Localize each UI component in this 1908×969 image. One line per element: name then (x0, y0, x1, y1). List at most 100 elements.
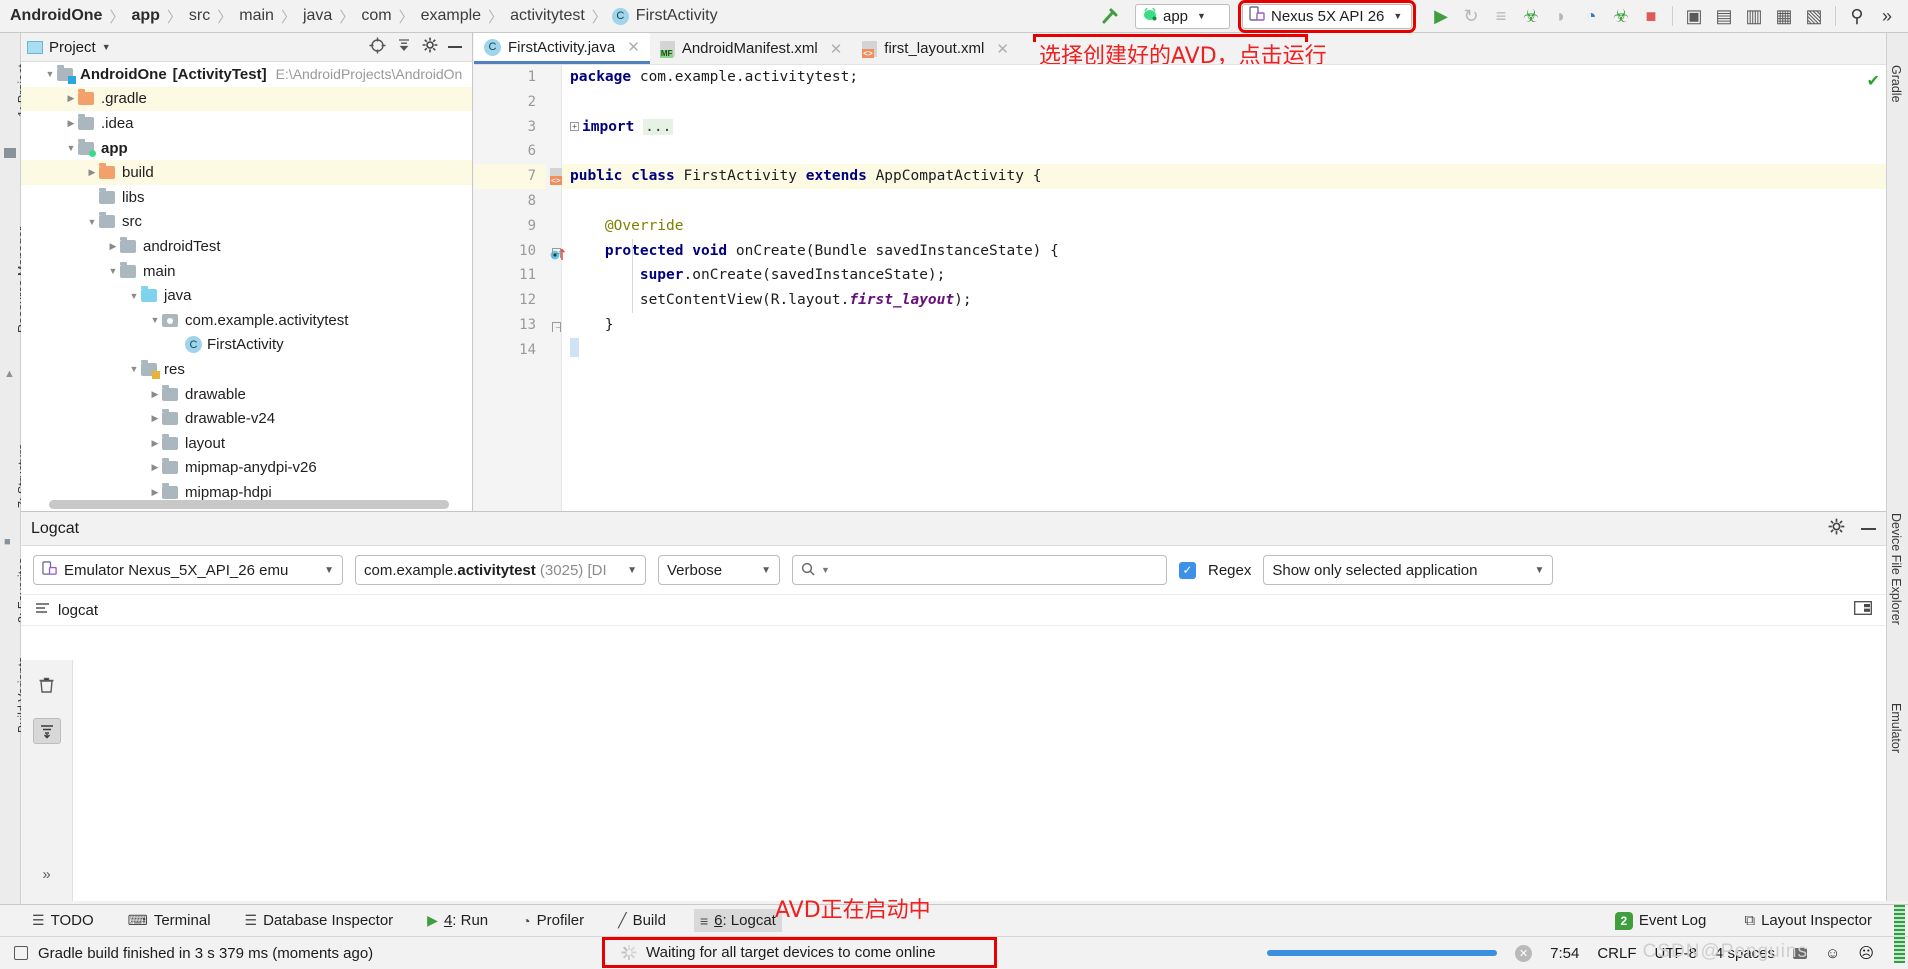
tool-window-6-logcat[interactable]: ≡ 6: Logcat (693, 909, 782, 932)
chevron-down-icon[interactable]: ▼ (1534, 565, 1544, 576)
editor-tab-androidmanifest-xml[interactable]: MF AndroidManifest.xml ✕ (649, 33, 853, 64)
tool-window-event-log[interactable]: 2 Event Log (1609, 909, 1713, 933)
logcat-subtab-label[interactable]: logcat (58, 602, 98, 619)
avd-manager-icon[interactable]: ▣ (1679, 1, 1709, 31)
apply-changes-icon[interactable]: ↻ (1456, 1, 1486, 31)
search-dropdown-icon[interactable]: ▼ (821, 565, 830, 575)
tree-node-drawable[interactable]: ▶ drawable (21, 382, 472, 407)
fold-marker[interactable] (546, 189, 561, 214)
chevron-down-icon[interactable]: ▼ (85, 217, 99, 227)
fold-marker[interactable] (546, 139, 561, 164)
fold-marker[interactable] (546, 90, 561, 115)
tree-node-java[interactable]: ▼ java (21, 283, 472, 308)
scroll-to-end-icon[interactable] (32, 718, 61, 744)
breadcrumb-item-example[interactable]: example (419, 7, 483, 25)
debug-button[interactable]: ☣ (1516, 1, 1546, 31)
breadcrumb-item-src[interactable]: src (187, 7, 212, 25)
breadcrumb-item-app[interactable]: app (129, 7, 161, 25)
code-fold-strip[interactable]: – – (546, 65, 562, 511)
chevron-right-icon[interactable]: ▶ (148, 487, 162, 498)
tree-node-libs[interactable]: ▶ libs (21, 185, 472, 210)
tree-node-firstactivity[interactable]: ▶C FirstActivity (21, 333, 472, 358)
tool-window-todo[interactable]: ☰ TODO (26, 909, 100, 932)
logcat-device-selector[interactable]: Emulator Nexus_5X_API_26 emu ▼ (33, 555, 343, 585)
chevron-right-icon[interactable]: ▶ (148, 462, 162, 473)
build-hammer-icon[interactable] (1095, 1, 1125, 31)
chevron-down-icon[interactable]: ▼ (64, 143, 78, 153)
chevron-right-icon[interactable]: ▶ (106, 241, 120, 252)
editor-tab-first-layout-xml[interactable]: <> first_layout.xml ✕ (852, 33, 1019, 64)
logcat-search-input[interactable]: ▼ (792, 555, 1167, 585)
status-line-separator[interactable]: CRLF (1597, 945, 1636, 962)
code-line[interactable]: package com.example.activitytest; (562, 65, 1886, 90)
collapse-all-icon[interactable] (396, 37, 412, 57)
breadcrumb-item-androidone[interactable]: AndroidOne (8, 7, 104, 25)
tree-node-main[interactable]: ▼ main (21, 259, 472, 284)
tree-node-res[interactable]: ▼ res (21, 357, 472, 382)
tree-node-build[interactable]: ▶ build (21, 160, 472, 185)
sdk-manager-icon[interactable]: ▤ (1709, 1, 1739, 31)
chevron-right-icon[interactable]: ▶ (64, 118, 78, 129)
close-icon[interactable]: ✕ (627, 38, 640, 56)
code-line[interactable]: super.onCreate(savedInstanceState); (562, 263, 1886, 288)
stop-button[interactable]: ■ (1636, 1, 1666, 31)
device-selector[interactable]: Nexus 5X API 26 ▼ (1238, 0, 1416, 33)
code-line[interactable]: + import ... (562, 115, 1886, 140)
run-button[interactable]: ▶ (1426, 1, 1456, 31)
chevron-down-icon[interactable]: ▼ (43, 69, 57, 79)
editor-tab-firstactivity-java[interactable]: C FirstActivity.java ✕ (474, 33, 650, 64)
logcat-output[interactable]: » (21, 660, 1886, 901)
code-line[interactable]: setContentView(R.layout.first_layout); (562, 288, 1886, 313)
expand-logcat-icon[interactable]: » (33, 861, 61, 887)
tool-window-terminal[interactable]: ⌨ Terminal (122, 909, 217, 932)
search-everywhere-icon[interactable]: ⚲ (1842, 1, 1872, 31)
chevron-down-icon[interactable]: ▼ (106, 266, 120, 276)
minimize-icon[interactable] (1861, 527, 1876, 530)
tool-window-4-run[interactable]: ▶ 4: Run (421, 909, 494, 932)
code-content[interactable]: package com.example.activitytest; + impor… (562, 65, 1886, 511)
code-line[interactable]: public class FirstActivity extends AppCo… (562, 164, 1886, 189)
tree-node-com-example-activitytest[interactable]: ▼ com.example.activitytest (21, 308, 472, 333)
cancel-icon[interactable]: ✕ (1515, 944, 1533, 962)
logcat-filter-selector[interactable]: Show only selected application ▼ (1263, 555, 1554, 585)
fold-marker[interactable] (546, 115, 561, 140)
device-file-explorer-icon[interactable]: ▥ (1739, 1, 1769, 31)
code-line[interactable]: } (562, 338, 1886, 363)
run-with-coverage-icon[interactable]: ☣ (1606, 1, 1636, 31)
chevron-down-icon[interactable]: ▼ (1393, 11, 1402, 21)
tree-node-mipmap-anydpi-v26[interactable]: ▶ mipmap-anydpi-v26 (21, 456, 472, 481)
code-line[interactable]: @Override (562, 214, 1886, 239)
breadcrumb-item-firstactivity[interactable]: FirstActivity (634, 7, 720, 25)
breadcrumb-item-main[interactable]: main (237, 7, 276, 25)
tool-window-layout-inspector[interactable]: ⧉ Layout Inspector (1738, 909, 1878, 932)
code-line[interactable]: protected void onCreate(Bundle savedInst… (562, 239, 1886, 264)
tree-node-app[interactable]: ▼ app (21, 136, 472, 161)
chevron-right-icon[interactable]: ▶ (64, 93, 78, 104)
breadcrumb-item-java[interactable]: java (301, 7, 334, 25)
logcat-layout-icon[interactable] (1854, 601, 1872, 619)
rail-item-emulator[interactable]: Emulator (1889, 703, 1903, 753)
chevron-down-icon[interactable]: ▼ (148, 315, 162, 325)
tool-window-profiler[interactable]: ◔ Profiler (516, 909, 590, 932)
chevron-down-icon[interactable]: ▼ (1197, 11, 1206, 21)
run-configuration-selector[interactable]: app ▼ (1135, 3, 1230, 29)
fold-marker[interactable] (546, 214, 561, 239)
error-stripe-scrollbar[interactable] (1894, 905, 1905, 963)
chevron-down-icon[interactable]: ▼ (627, 565, 637, 576)
rail-item-gradle[interactable]: Gradle (1889, 65, 1903, 103)
tool-window-database-inspector[interactable]: ☰ Database Inspector (239, 909, 400, 932)
regex-checkbox[interactable]: ✓ (1179, 561, 1196, 579)
target-locate-icon[interactable] (369, 37, 386, 58)
tree-node-src[interactable]: ▼ src (21, 210, 472, 235)
minimize-icon[interactable] (448, 46, 462, 48)
tree-node-androidtest[interactable]: ▶ androidTest (21, 234, 472, 259)
chevron-down-icon[interactable]: ▼ (127, 291, 141, 301)
close-icon[interactable]: ✕ (996, 40, 1009, 58)
inspection-status-icon[interactable]: ✔ (1867, 71, 1880, 91)
tree-node-layout[interactable]: ▶ layout (21, 431, 472, 456)
chevron-right-icon[interactable]: ▶ (148, 389, 162, 400)
code-line[interactable]: } (562, 313, 1886, 338)
project-tree-hscrollbar[interactable] (49, 500, 449, 509)
fold-marker[interactable] (546, 288, 561, 313)
fold-marker[interactable]: – (546, 313, 561, 338)
